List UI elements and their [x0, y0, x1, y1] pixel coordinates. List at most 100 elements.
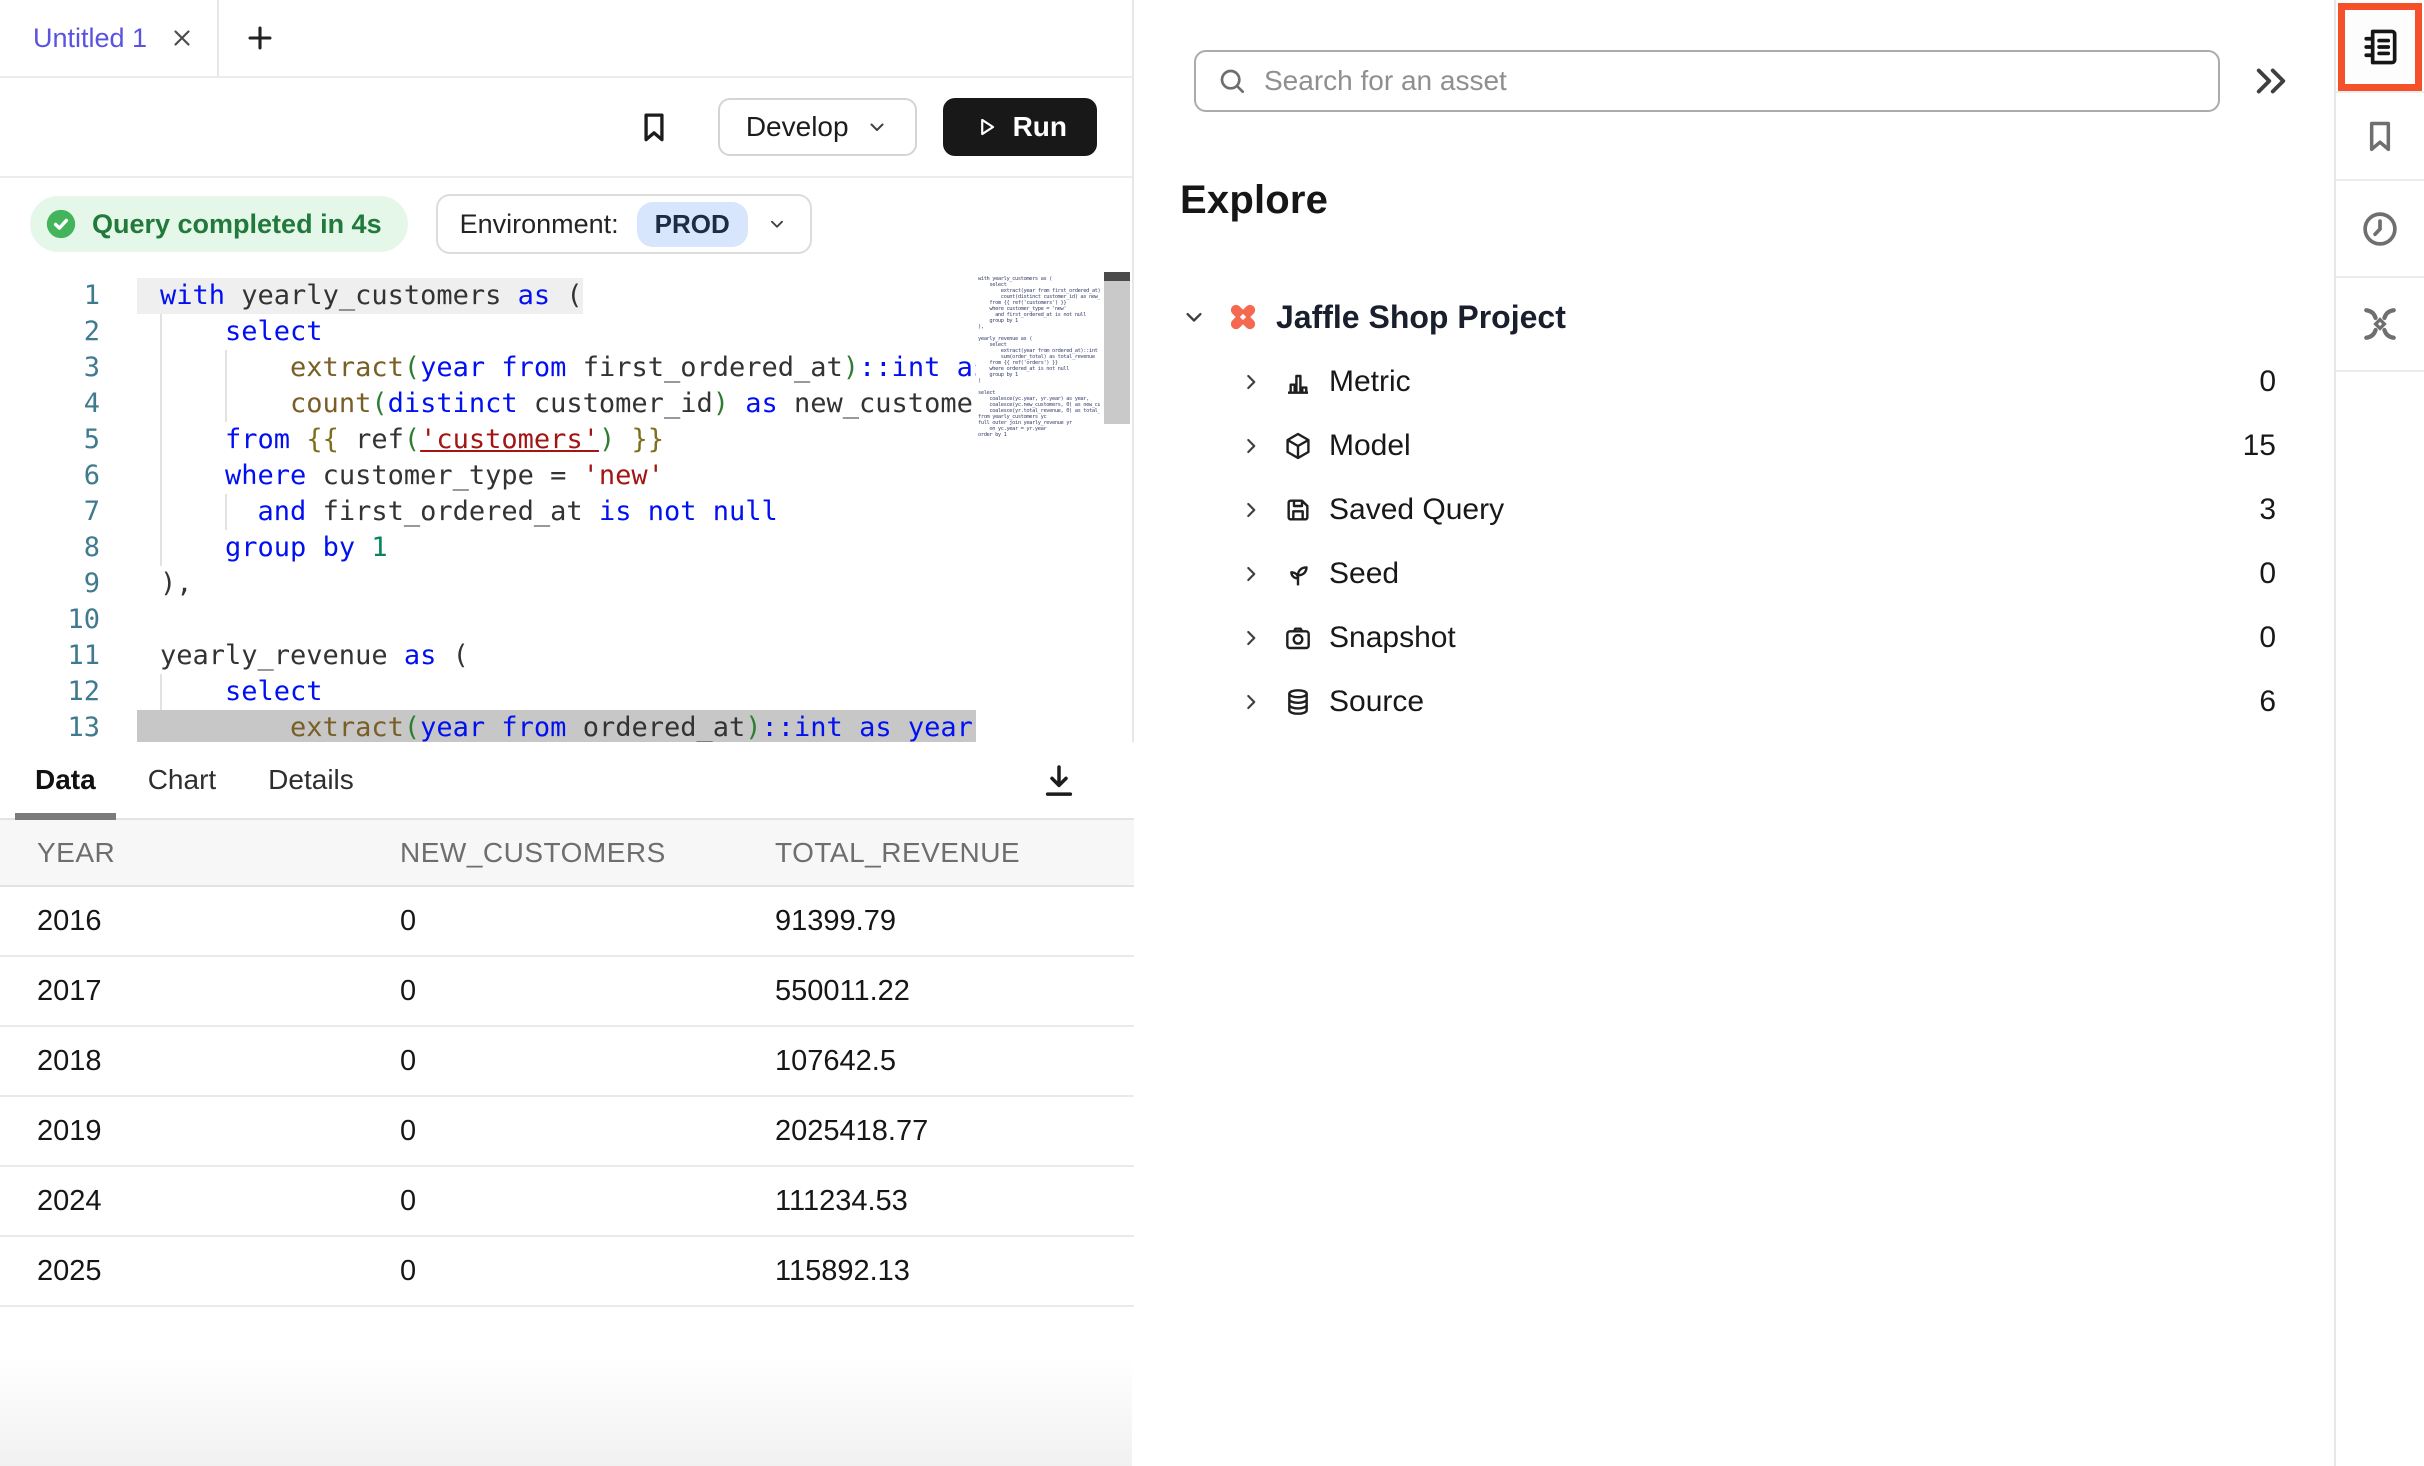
table-row[interactable]: 201902025418.77 — [0, 1096, 1134, 1166]
table-row[interactable]: 20180107642.5 — [0, 1026, 1134, 1096]
tree-item-snapshot[interactable]: Snapshot 0 — [1180, 606, 2280, 670]
new-tab-button[interactable] — [243, 21, 277, 55]
tree-item-label: Saved Query — [1329, 493, 1504, 527]
code-line-7[interactable]: and first_ordered_at is not null — [137, 494, 976, 530]
asset-search-input[interactable] — [1264, 65, 2218, 97]
line-number: 4 — [0, 386, 100, 422]
tree-project-row[interactable]: Jaffle Shop Project — [1180, 284, 2280, 350]
tree-item-seed[interactable]: Seed 0 — [1180, 542, 2280, 606]
line-number: 7 — [0, 494, 100, 530]
results-panel: DataChartDetails YEARNEW_CUSTOMERSTOTAL_… — [0, 742, 1134, 1466]
rail-bookmarks-button[interactable] — [2336, 93, 2424, 179]
chevron-down-icon[interactable] — [1180, 303, 1208, 331]
code-line-2[interactable]: select — [137, 314, 976, 350]
tree-item-metric[interactable]: Metric 0 — [1180, 350, 2280, 414]
editor-scrollbar[interactable] — [1104, 272, 1130, 424]
explore-heading: Explore — [1180, 178, 1328, 223]
results-table-body: 2016091399.7920170550011.2220180107642.5… — [0, 886, 1134, 1306]
code-line-3[interactable]: extract(year from first_ordered_at)::int… — [137, 350, 976, 386]
code-line-6[interactable]: where customer_type = 'new' — [137, 458, 976, 494]
code-line-5[interactable]: from {{ ref('customers') }} — [137, 422, 976, 458]
query-status-text: Query completed in 4s — [92, 209, 382, 240]
editor-minimap[interactable]: with yearly_customers as ( select extrac… — [978, 276, 1100, 696]
rail-catalog-button[interactable] — [2338, 3, 2422, 91]
close-tab-icon[interactable] — [169, 25, 195, 51]
status-row: Query completed in 4s Environment: PROD — [0, 178, 1132, 270]
tree-item-label: Source — [1329, 685, 1424, 719]
metric-icon — [1282, 366, 1314, 398]
tab-title: Untitled 1 — [33, 23, 147, 54]
rail-history-button[interactable] — [2336, 181, 2424, 276]
chevron-right-icon[interactable] — [1238, 561, 1264, 587]
collapse-panel-icon[interactable] — [2250, 60, 2292, 102]
sql-code-editor[interactable]: 12345678910111213 with yearly_customers … — [0, 270, 1132, 742]
tree-item-count: 0 — [2259, 557, 2280, 591]
develop-button[interactable]: Develop — [718, 98, 917, 156]
table-cell: 0 — [400, 1166, 775, 1236]
chevron-right-icon[interactable] — [1238, 497, 1264, 523]
table-row[interactable]: 2016091399.79 — [0, 886, 1134, 956]
chevron-down-icon — [865, 115, 889, 139]
play-icon — [973, 114, 999, 140]
column-header: NEW_CUSTOMERS — [400, 820, 775, 886]
chevron-right-icon[interactable] — [1238, 625, 1264, 651]
table-cell: 107642.5 — [775, 1026, 1134, 1096]
table-cell: 2016 — [0, 886, 400, 956]
line-number: 1 — [0, 278, 100, 314]
rail-dbt-button[interactable] — [2336, 278, 2424, 370]
line-number: 8 — [0, 530, 100, 566]
code-line-12[interactable]: select — [137, 674, 976, 710]
table-row[interactable]: 20170550011.22 — [0, 956, 1134, 1026]
tree-item-saved-query[interactable]: Saved Query 3 — [1180, 478, 2280, 542]
code-line-1[interactable]: with yearly_customers as ( — [137, 278, 976, 314]
saved-query-icon — [1282, 494, 1314, 526]
tree-item-count: 15 — [2243, 429, 2280, 463]
search-icon — [1216, 65, 1248, 97]
bookmark-icon[interactable] — [635, 108, 673, 146]
results-tab-data[interactable]: Data — [13, 742, 118, 818]
bookmark-icon — [2360, 116, 2400, 156]
develop-button-label: Develop — [746, 111, 849, 143]
notebook-icon — [2358, 25, 2402, 69]
asset-search-row — [1194, 50, 2344, 112]
code-line-10[interactable] — [137, 602, 976, 638]
dbt-outline-icon — [2358, 302, 2402, 346]
right-icon-rail — [2334, 0, 2424, 1466]
tree-item-label: Metric — [1329, 365, 1411, 399]
explore-tree: Jaffle Shop Project Metric 0 Model 15 Sa… — [1180, 284, 2280, 734]
line-number: 5 — [0, 422, 100, 458]
tree-item-source[interactable]: Source 6 — [1180, 670, 2280, 734]
editor-scrollbar-thumb[interactable] — [1104, 272, 1130, 281]
tree-item-count: 0 — [2259, 365, 2280, 399]
environment-selector[interactable]: Environment: PROD — [436, 194, 812, 254]
code-line-8[interactable]: group by 1 — [137, 530, 976, 566]
table-cell: 550011.22 — [775, 956, 1134, 1026]
table-row[interactable]: 20250115892.13 — [0, 1236, 1134, 1306]
app-window: Untitled 1 Develop Run Query completed i… — [0, 0, 2424, 1466]
download-icon[interactable] — [1038, 760, 1080, 802]
code-line-11[interactable]: yearly_revenue as ( — [137, 638, 976, 674]
chevron-right-icon[interactable] — [1238, 369, 1264, 395]
line-number: 11 — [0, 638, 100, 674]
results-tab-chart[interactable]: Chart — [126, 742, 238, 818]
tree-item-model[interactable]: Model 15 — [1180, 414, 2280, 478]
results-tab-details[interactable]: Details — [246, 742, 376, 818]
table-cell: 91399.79 — [775, 886, 1134, 956]
table-cell: 0 — [400, 1236, 775, 1306]
table-cell: 111234.53 — [775, 1166, 1134, 1236]
chevron-right-icon[interactable] — [1238, 689, 1264, 715]
table-row[interactable]: 20240111234.53 — [0, 1166, 1134, 1236]
tree-item-label: Snapshot — [1329, 621, 1456, 655]
code-line-13[interactable]: extract(year from ordered_at)::int as ye… — [137, 710, 976, 742]
editor-gutter: 12345678910111213 — [0, 278, 100, 742]
chevron-right-icon[interactable] — [1238, 433, 1264, 459]
code-line-4[interactable]: count(distinct customer_id) as new_custo… — [137, 386, 976, 422]
tab-untitled-1[interactable]: Untitled 1 — [0, 0, 219, 76]
run-button-label: Run — [1013, 111, 1067, 143]
table-cell: 0 — [400, 886, 775, 956]
seed-icon — [1282, 558, 1314, 590]
results-table: YEARNEW_CUSTOMERSTOTAL_REVENUE 201609139… — [0, 820, 1134, 1307]
asset-search-box[interactable] — [1194, 50, 2220, 112]
run-button[interactable]: Run — [943, 98, 1097, 156]
code-line-9[interactable]: ), — [137, 566, 976, 602]
